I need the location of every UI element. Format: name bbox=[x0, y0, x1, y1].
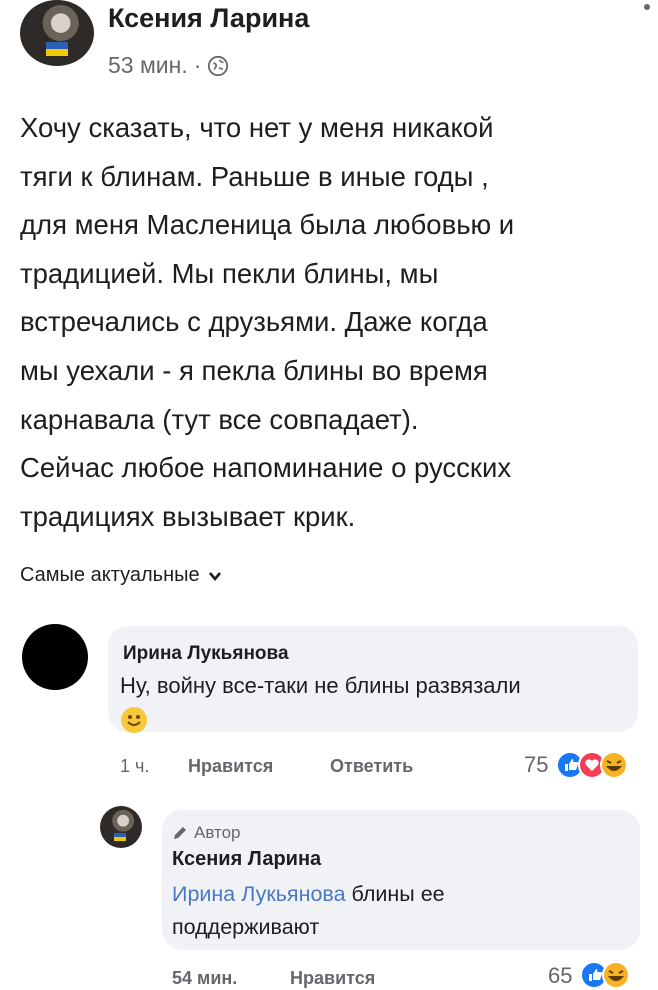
post-line: Сейчас любое напоминание о русских bbox=[20, 452, 512, 484]
reaction-count[interactable]: 75 bbox=[524, 752, 548, 778]
author-badge-label: Автор bbox=[194, 823, 241, 842]
globe-icon bbox=[208, 55, 229, 76]
comment-time[interactable]: 1 ч. bbox=[120, 756, 149, 777]
reactions-icons[interactable] bbox=[556, 750, 628, 780]
comment-text: Ирина Лукьянова блины ее поддерживают bbox=[172, 878, 622, 944]
post-meta: 53 мин. · bbox=[108, 52, 229, 79]
meta-separator: · bbox=[193, 52, 202, 78]
post-line: для меня Масленица была любовью и bbox=[20, 209, 515, 241]
post-time[interactable]: 53 мин. bbox=[108, 52, 188, 79]
reply-button[interactable]: Ответить bbox=[330, 756, 413, 777]
commenter-name[interactable]: Ксения Ларина bbox=[172, 848, 321, 871]
author-badge: Автор bbox=[172, 823, 241, 843]
post-line: встречались с друзьями. Даже когда bbox=[20, 306, 488, 338]
post-line: Хочу сказать, что нет у меня никакой bbox=[20, 112, 494, 143]
post-line: карнавала (тут все совпадает). bbox=[20, 403, 419, 435]
mention-link[interactable]: Ирина Лукьянова bbox=[172, 882, 346, 906]
comment-sort-dropdown[interactable]: Самые актуальные bbox=[20, 564, 222, 587]
post-line: традициях вызывает крик. bbox=[20, 500, 356, 532]
haha-reaction-icon bbox=[602, 961, 630, 989]
commenter-avatar[interactable] bbox=[22, 624, 88, 690]
sort-label: Самые актуальные bbox=[20, 564, 200, 586]
post-author-name[interactable]: Ксения Ларина bbox=[108, 3, 309, 34]
chevron-down-icon bbox=[208, 571, 221, 581]
ukraine-flag-icon bbox=[46, 42, 68, 56]
post-author-avatar[interactable] bbox=[20, 0, 94, 66]
haha-reaction-icon bbox=[600, 751, 628, 779]
post-line: традицией. Мы пекли блины, мы bbox=[20, 257, 439, 289]
post-body: Хочу сказать, что нет у меня никакой тяг… bbox=[20, 104, 658, 541]
comment-text-part: блины ее bbox=[345, 882, 445, 906]
comment-text: Ну, войну все-таки не блины развязали bbox=[120, 673, 521, 698]
commenter-name[interactable]: Ирина Лукьянова bbox=[123, 643, 289, 665]
like-button[interactable]: Нравится bbox=[188, 756, 273, 777]
smile-emoji-icon bbox=[121, 707, 147, 733]
post-line: тяги к блинам. Раньше в иные годы , bbox=[20, 160, 489, 192]
comment-text-part: поддерживают bbox=[172, 915, 320, 939]
menu-dot-icon[interactable] bbox=[644, 4, 650, 10]
post-line: мы уехали - я пекла блины во время bbox=[20, 354, 488, 386]
reply-author-avatar[interactable] bbox=[100, 806, 142, 848]
ukraine-flag-icon bbox=[114, 833, 126, 841]
reaction-count[interactable]: 65 bbox=[548, 963, 572, 989]
pencil-icon bbox=[174, 827, 186, 839]
